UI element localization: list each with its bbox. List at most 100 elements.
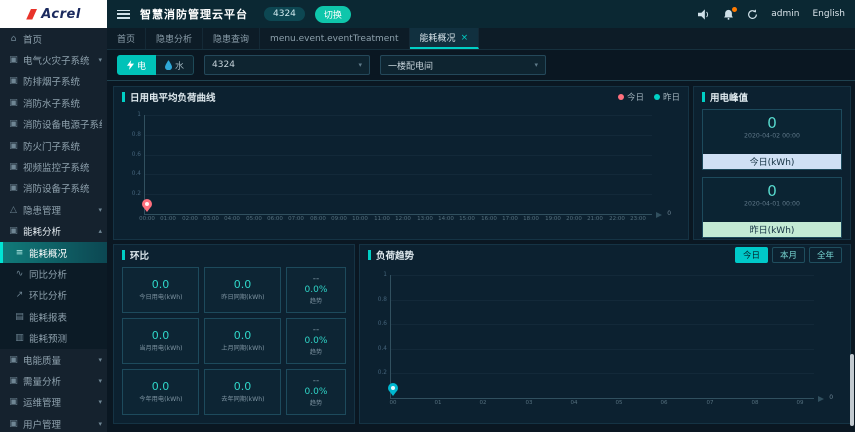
hazard-icon: △: [10, 204, 17, 215]
sidebar-item-10[interactable]: ≡ 能耗概况: [0, 241, 107, 264]
stat-card: 0.0 当月用电(kWh): [122, 318, 199, 364]
home-icon: ⌂: [10, 33, 17, 44]
sidebar-item-1[interactable]: ▣ 电气火灾子系统 ▾: [0, 49, 107, 70]
language-switch[interactable]: English: [813, 9, 846, 19]
sidebar-item-18[interactable]: ▣ 用户管理 ▾: [0, 413, 107, 432]
stat-card: 0.0 去年同期(kWh): [203, 369, 281, 415]
bell-icon[interactable]: [723, 6, 738, 20]
tab-close-icon[interactable]: ×: [461, 33, 469, 43]
peak-date: 2020-04-01 00:00: [744, 200, 800, 208]
huanbi-grid: 0.0 今日用电(kWh) 0.0 昨日同期(kWh) -- 0.0% 趋势 0.0 当月用电(…: [122, 267, 346, 415]
tab-label: 能耗概况: [419, 34, 456, 44]
peak-label: 昨日(kWh): [703, 222, 841, 237]
menu-toggle-icon[interactable]: [117, 9, 130, 19]
sidebar-item-label: 防排烟子系统: [23, 77, 81, 89]
panel-title: 环比: [130, 251, 150, 262]
sidebar-item-13[interactable]: ▤ 能耗报表: [0, 306, 107, 328]
electric-toggle[interactable]: 电: [117, 55, 157, 75]
trend-card: -- 0.0% 趋势: [285, 318, 346, 364]
panel-title-row: 环比: [114, 245, 354, 265]
trend-range-button-2[interactable]: 全年: [808, 247, 842, 263]
tab-label: 隐患查询: [213, 35, 250, 45]
fire-water-icon: ▣: [9, 97, 18, 108]
trend-range-buttons: 今日 本月 全年: [731, 247, 842, 263]
trend-card: -- 0.0% 趋势: [285, 267, 346, 313]
smoke-exhaust-icon: ▣: [9, 76, 18, 87]
water-drop-icon: [165, 60, 173, 70]
sidebar-item-7[interactable]: ▣ 消防设备子系统: [0, 178, 107, 199]
tab-label: 首页: [117, 35, 136, 45]
sidebar-item-11[interactable]: ∿ 同比分析: [0, 263, 107, 285]
chart-marker-pin[interactable]: [388, 383, 398, 393]
trend-range-button-0[interactable]: 今日: [734, 247, 768, 263]
yoy-analysis-icon: ∿: [15, 268, 24, 279]
room-select[interactable]: 一楼配电间 ▾: [380, 55, 547, 75]
load-curve-chart[interactable]: 0.2 0.4 0.6 0.8 1 00:00 01:00 02:00 03:00 04:00 05…: [132, 112, 671, 221]
trend-range-button-1[interactable]: 本月: [771, 247, 805, 263]
app-title: 智慧消防管理云平台: [140, 8, 248, 21]
peak-date: 2020-04-02 00:00: [744, 132, 800, 140]
stat-card: 0.0 今年用电(kWh): [122, 369, 199, 415]
legend-item[interactable]: 今日: [617, 91, 644, 103]
scrollbar-thumb[interactable]: [850, 354, 854, 426]
tab-0[interactable]: 首页: [107, 28, 147, 49]
sidebar-item-label: 环比分析: [29, 291, 68, 303]
stat-card: 0.0 昨日同期(kWh): [203, 267, 281, 313]
legend-dot-icon: [653, 94, 660, 100]
power-quality-icon: ▣: [9, 354, 18, 365]
speaker-icon[interactable]: [698, 8, 710, 20]
sidebar-item-label: 消防设备子系统: [23, 184, 90, 196]
load-trend-panel: 负荷趋势 今日 本月 全年 0.2 0.4 0.6 0.8 1 00 01 02 03 04 05 06 0…: [359, 244, 851, 424]
sidebar-item-label: 能耗概况: [29, 248, 68, 260]
huanbi-panel: 环比 0.0 今日用电(kWh) 0.0 昨日同期(kWh) -- 0.0% 趋势 0.0 当月…: [113, 244, 355, 424]
sidebar-item-5[interactable]: ▣ 防火门子系统: [0, 135, 107, 156]
switch-button[interactable]: 切换: [314, 5, 351, 23]
chevron-down-icon: ▾: [98, 205, 102, 214]
panel-title: 负荷趋势: [376, 251, 415, 262]
legend-item[interactable]: 昨日: [653, 91, 680, 103]
sidebar-item-8[interactable]: △ 隐患管理 ▾: [0, 199, 107, 220]
sidebar-item-16[interactable]: ▣ 需量分析 ▾: [0, 370, 107, 391]
legend-dot-icon: [617, 94, 624, 100]
tab-label: 隐患分析: [156, 35, 193, 45]
content: 日用电平均负荷曲线 今日 昨日 0.2 0.4 0.6 0.8 1 00:00 01:00 02…: [107, 79, 855, 432]
lightning-icon: [127, 60, 134, 70]
chevron-down-icon: ▾: [98, 398, 102, 407]
peak-card: 0 2020-04-01 00:00 昨日(kWh): [702, 177, 842, 238]
load-trend-chart[interactable]: 0.2 0.4 0.6 0.8 1 00 01 02 03 04 05 06 07 08 09 0: [378, 272, 833, 405]
station-select[interactable]: 4324 ▾: [204, 55, 371, 75]
sidebar-item-0[interactable]: ⌂ 首页: [0, 28, 107, 49]
peak-value: 0: [767, 114, 777, 132]
tab-2[interactable]: 隐患查询: [203, 28, 261, 49]
sidebar-item-6[interactable]: ▣ 视频监控子系统: [0, 156, 107, 177]
sidebar-item-14[interactable]: ▥ 能耗预测: [0, 327, 107, 349]
tab-4[interactable]: 能耗概况 ×: [409, 28, 480, 49]
peak-cards: 0 2020-04-02 00:00 今日(kWh) 0 2020-04-01 00:0…: [694, 109, 850, 239]
tab-3[interactable]: menu.event.eventTreatment: [260, 28, 410, 49]
user-name[interactable]: admin: [771, 9, 799, 19]
fire-door-icon: ▣: [9, 140, 18, 151]
logo: Acrel: [0, 0, 107, 28]
sidebar-item-2[interactable]: ▣ 防排烟子系统: [0, 71, 107, 92]
energy-forecast-icon: ▥: [15, 333, 24, 344]
energy-analysis-icon: ▣: [9, 226, 18, 237]
sidebar-item-label: 消防设备电源子系统: [23, 120, 102, 132]
device-power-icon: ▣: [9, 119, 18, 130]
main-area: 首页 隐患分析 隐患查询 menu.event.eventTreatment 能耗概况 ×…: [107, 28, 855, 432]
sidebar-item-17[interactable]: ▣ 运维管理 ▾: [0, 392, 107, 413]
stat-card: 0.0 今日用电(kWh): [122, 267, 199, 313]
tab-1[interactable]: 隐患分析: [146, 28, 204, 49]
sidebar-item-4[interactable]: ▣ 消防设备电源子系统: [0, 114, 107, 135]
water-toggle[interactable]: 水: [156, 55, 195, 75]
sidebar-item-label: 视频监控子系统: [23, 163, 90, 175]
sidebar-item-12[interactable]: ↗ 环比分析: [0, 284, 107, 307]
sidebar-item-3[interactable]: ▣ 消防水子系统: [0, 92, 107, 113]
sidebar-menu: ⌂ 首页 ▣ 电气火灾子系统 ▾ ▣ 防排烟子系统 ▣ 消防水子系统 ▣ 消防设备电源子系统 ▣ 防火门…: [0, 28, 107, 432]
chart-marker-pin[interactable]: [142, 199, 152, 209]
sidebar-item-15[interactable]: ▣ 电能质量 ▾: [0, 349, 107, 370]
chevron-down-icon: ▾: [98, 376, 102, 385]
sidebar-item-label: 用户管理: [23, 419, 62, 431]
station-badge: 4324: [264, 7, 305, 21]
sidebar-item-9[interactable]: ▣ 能耗分析 ▴: [0, 221, 107, 242]
refresh-icon[interactable]: [747, 8, 758, 20]
